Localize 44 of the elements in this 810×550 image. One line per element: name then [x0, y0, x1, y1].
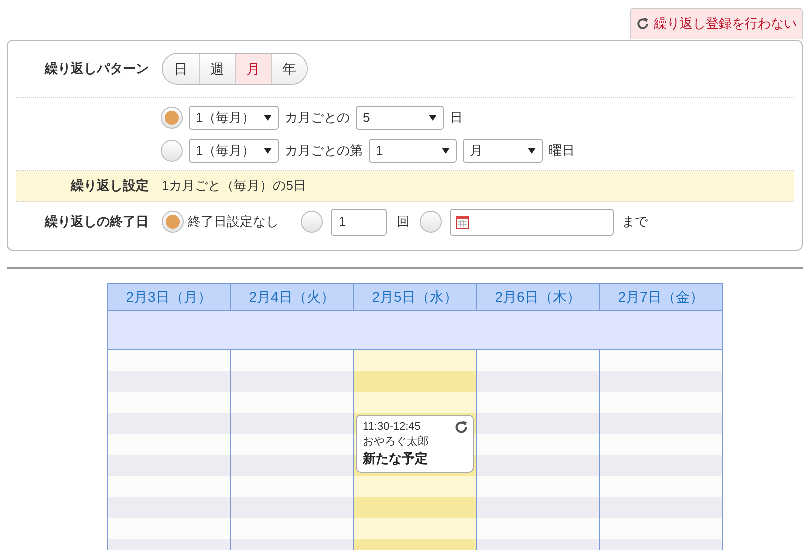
caret-icon	[429, 115, 437, 121]
count-field[interactable]: 1	[331, 208, 387, 236]
dropdown[interactable]: 1	[369, 139, 457, 163]
pattern-tab[interactable]: 日	[163, 54, 199, 84]
option-text: 終了日設定なし	[188, 213, 279, 232]
day-header: 2月5日（水）	[354, 283, 477, 311]
caret-icon	[528, 148, 536, 154]
option-text: カ月ごとの第	[285, 142, 363, 160]
summary-text: 1カ月ごと（毎月）の5日	[162, 177, 306, 196]
radio-button[interactable]	[301, 211, 323, 233]
dropdown[interactable]: 月	[463, 139, 543, 163]
unit-text: まで	[622, 213, 648, 232]
radio-button[interactable]	[161, 140, 183, 162]
pattern-tab[interactable]: 年	[271, 54, 307, 84]
pattern-tab[interactable]: 月	[235, 54, 271, 84]
day-header: 2月6日（木）	[477, 283, 600, 311]
field-label: 繰り返し設定	[70, 177, 150, 196]
option-text: カ月ごとの	[285, 109, 350, 128]
skip-repeat-button[interactable]: 繰り返し登録を行わない	[630, 8, 803, 39]
caret-icon	[264, 148, 272, 154]
event-time: 11:30-12:45	[363, 420, 421, 435]
calendar-icon	[456, 215, 469, 229]
radio-button[interactable]	[162, 211, 184, 233]
pattern-tab[interactable]: 週	[199, 54, 235, 84]
radio-button[interactable]	[420, 211, 442, 233]
option-text: 日	[450, 109, 463, 128]
event-owner: おやろぐ太郎	[363, 435, 429, 450]
event-card[interactable]: 11:30-12:45 おやろぐ太郎 新たな予定	[356, 415, 474, 473]
caret-icon	[442, 148, 450, 154]
date-field[interactable]	[450, 208, 614, 236]
day-header: 2月7日（金）	[600, 283, 723, 311]
repeat-icon	[636, 17, 650, 31]
day-header: 2月3日（月）	[108, 283, 231, 311]
dropdown[interactable]: 1（毎月）	[189, 139, 279, 163]
field-label: 繰り返しの終了日	[44, 213, 150, 232]
caret-icon	[264, 115, 272, 121]
field-label: 繰り返しパターン	[44, 60, 150, 78]
day-header: 2月4日（火）	[231, 283, 354, 311]
event-title: 新たな予定	[363, 450, 428, 468]
dropdown[interactable]: 1（毎月）	[189, 106, 279, 130]
dropdown[interactable]: 5	[356, 106, 444, 130]
option-text: 曜日	[549, 142, 575, 160]
radio-button[interactable]	[161, 107, 183, 129]
unit-text: 回	[397, 213, 410, 232]
